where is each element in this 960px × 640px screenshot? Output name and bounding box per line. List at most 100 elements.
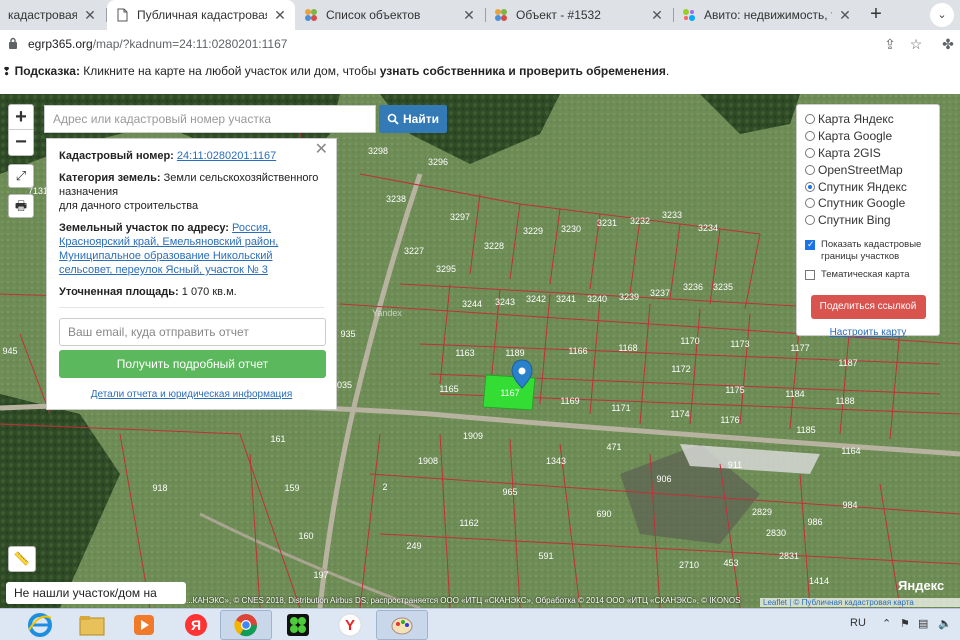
- svg-text:1169: 1169: [560, 396, 579, 406]
- layer-label: Спутник Google: [818, 196, 906, 211]
- tab-avito[interactable]: Авито: недвижимость, трансп ✕: [674, 0, 860, 30]
- chevron-up-icon[interactable]: ⌃: [882, 617, 891, 630]
- fullscreen-button[interactable]: ⤢: [8, 164, 34, 188]
- svg-text:986: 986: [807, 517, 822, 527]
- svg-text:197: 197: [313, 570, 328, 580]
- close-icon[interactable]: ✕: [83, 7, 97, 24]
- radio-button[interactable]: [805, 147, 815, 158]
- close-icon[interactable]: ✕: [315, 142, 328, 158]
- layer-option-osm[interactable]: OpenStreetMap: [805, 161, 931, 178]
- chevron-down-icon[interactable]: ⌄: [930, 3, 954, 27]
- network-icon[interactable]: ▤: [918, 617, 928, 630]
- svg-text:1170: 1170: [680, 336, 699, 346]
- tab-label: Объект - #1532: [516, 8, 601, 22]
- close-icon[interactable]: ✕: [462, 7, 476, 24]
- layer-option-bing-satellite[interactable]: Спутник Bing: [805, 212, 931, 229]
- clover-icon[interactable]: [272, 610, 324, 640]
- layer-label: Спутник Bing: [818, 213, 891, 228]
- svg-text:1163: 1163: [455, 348, 474, 358]
- volume-icon[interactable]: 🔈: [938, 617, 952, 630]
- layer-option-google-satellite[interactable]: Спутник Google: [805, 195, 931, 212]
- layer-option-2gis-map[interactable]: Карта 2GIS: [805, 145, 931, 162]
- paint-icon[interactable]: [376, 610, 428, 640]
- svg-text:1168: 1168: [618, 343, 637, 353]
- svg-text:1166: 1166: [568, 346, 587, 356]
- svg-text:161: 161: [270, 434, 285, 444]
- zoom-out-button[interactable]: −: [9, 130, 33, 155]
- svg-text:1414: 1414: [809, 576, 829, 586]
- report-details-link[interactable]: Детали отчета и юридическая информация: [59, 388, 324, 402]
- svg-text:3240: 3240: [587, 294, 607, 304]
- tab-public-kadastr-map[interactable]: Публичная кадастровая карта ✕: [107, 0, 295, 30]
- tab-kadastr-map[interactable]: кадастровая карта ✕: [0, 0, 105, 30]
- tab-object-list[interactable]: Список объектов ✕: [296, 0, 484, 30]
- svg-text:249: 249: [406, 541, 421, 551]
- explorer-icon[interactable]: [66, 610, 118, 640]
- svg-text:906: 906: [656, 474, 671, 484]
- address-bar[interactable]: egrp365.org/map/?kadnum=24:11:0280201:11…: [0, 30, 960, 58]
- flower-icon: [495, 9, 507, 21]
- tab-object-1532[interactable]: Объект - #1532 ✕: [486, 0, 672, 30]
- not-found-link[interactable]: Не нашли участок/дом на карте?: [6, 582, 186, 622]
- show-borders-checkbox[interactable]: Показать кадастровые границы участков: [805, 238, 931, 263]
- setup-map-link[interactable]: Настроить карту: [805, 327, 931, 338]
- yandex-logo: Яндекс: [898, 578, 945, 593]
- leaflet-attribution[interactable]: Leaflet | © Публичная кадастровая карта: [760, 598, 960, 607]
- pin-icon: ❢: [2, 66, 12, 78]
- radio-button[interactable]: [805, 215, 815, 226]
- close-icon[interactable]: ✕: [273, 7, 287, 24]
- checkbox-checked[interactable]: [805, 238, 815, 250]
- bookmark-star-icon[interactable]: ☆: [908, 36, 924, 52]
- svg-text:1176: 1176: [720, 415, 739, 425]
- search-input[interactable]: [44, 105, 376, 133]
- print-button[interactable]: 🖶: [8, 194, 34, 218]
- radio-button[interactable]: [805, 164, 815, 175]
- svg-text:3236: 3236: [683, 282, 703, 292]
- language-indicator[interactable]: RU: [850, 617, 866, 629]
- radio-button[interactable]: [805, 198, 815, 209]
- close-icon[interactable]: ✕: [838, 7, 852, 24]
- document-icon: [117, 8, 128, 22]
- search-button[interactable]: Найти: [379, 105, 447, 133]
- svg-text:1167: 1167: [500, 388, 519, 398]
- svg-text:3241: 3241: [556, 294, 576, 304]
- cadastral-number-label: Кадастровый номер:: [59, 150, 174, 162]
- svg-text:159: 159: [284, 483, 299, 493]
- thematic-map-checkbox[interactable]: Тематическая карта: [805, 269, 931, 281]
- layer-option-yandex-map[interactable]: Карта Яндекс: [805, 111, 931, 128]
- email-field[interactable]: [59, 318, 326, 346]
- svg-text:Я: Я: [191, 617, 201, 633]
- svg-text:3238: 3238: [386, 194, 406, 204]
- get-report-button[interactable]: Получить подробный отчет: [59, 350, 326, 378]
- radio-button-selected[interactable]: [805, 181, 815, 192]
- close-icon[interactable]: ✕: [650, 7, 664, 24]
- ie-icon[interactable]: [14, 610, 66, 640]
- zoom-control: + −: [8, 104, 34, 156]
- layer-option-yandex-satellite[interactable]: Спутник Яндекс: [805, 178, 931, 195]
- layer-label: Карта Google: [818, 129, 893, 144]
- url-text[interactable]: egrp365.org/map/?kadnum=24:11:0280201:11…: [28, 37, 287, 51]
- yabrowser-icon[interactable]: Y: [324, 610, 376, 640]
- hint-bar: ❢ Подсказка: Кликните на карте на любой …: [0, 58, 960, 94]
- share-link-button[interactable]: Поделиться ссылкой: [810, 294, 926, 319]
- yandex-icon[interactable]: Я: [170, 610, 222, 640]
- avito-icon: [683, 9, 695, 21]
- tab-label: Публичная кадастровая карта: [137, 8, 267, 22]
- radio-button[interactable]: [805, 114, 815, 125]
- radio-button[interactable]: [805, 131, 815, 142]
- flag-icon[interactable]: ⚑: [900, 617, 910, 630]
- checkbox[interactable]: [805, 269, 815, 280]
- media-icon[interactable]: [118, 610, 170, 640]
- new-tab-button[interactable]: +: [864, 3, 888, 27]
- zoom-in-button[interactable]: +: [9, 105, 33, 130]
- extensions-icon[interactable]: ✤: [940, 36, 956, 52]
- layer-option-google-map[interactable]: Карта Google: [805, 128, 931, 145]
- measure-button[interactable]: 📏: [8, 546, 36, 572]
- url-host: egrp365.org: [28, 37, 93, 51]
- svg-text:1184: 1184: [785, 389, 804, 399]
- svg-text:3229: 3229: [523, 226, 543, 236]
- share-icon[interactable]: ⇪: [882, 36, 898, 52]
- cadastral-number-link[interactable]: 24:11:0280201:1167: [177, 150, 276, 162]
- svg-text:1908: 1908: [418, 456, 438, 466]
- chrome-icon[interactable]: [220, 610, 272, 640]
